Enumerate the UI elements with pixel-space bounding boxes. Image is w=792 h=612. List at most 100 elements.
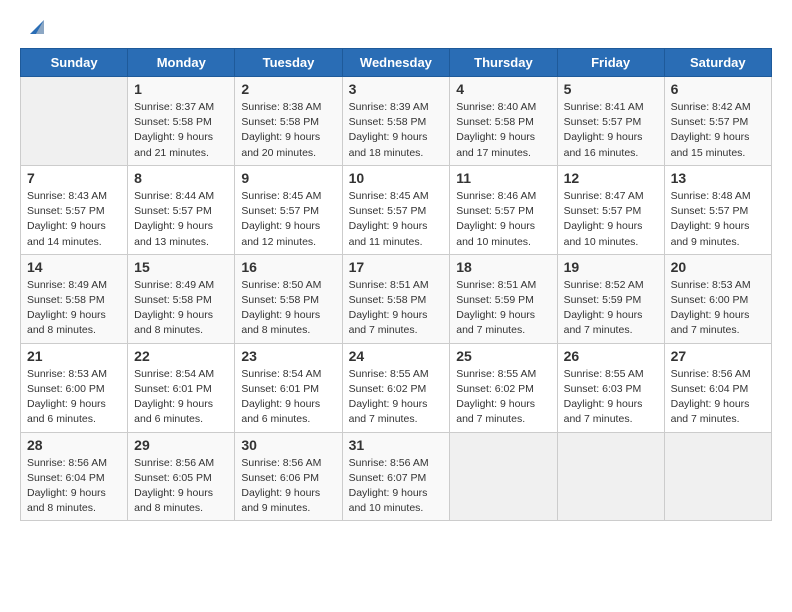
calendar-cell	[557, 432, 664, 521]
day-info: Sunrise: 8:48 AM Sunset: 5:57 PM Dayligh…	[671, 189, 765, 250]
calendar-week-row: 21 Sunrise: 8:53 AM Sunset: 6:00 PM Dayli…	[21, 343, 772, 432]
day-number: 28	[27, 437, 121, 453]
day-info: Sunrise: 8:54 AM Sunset: 6:01 PM Dayligh…	[241, 367, 335, 428]
day-number: 20	[671, 259, 765, 275]
header-friday: Friday	[557, 49, 664, 77]
day-number: 25	[456, 348, 550, 364]
day-info: Sunrise: 8:50 AM Sunset: 5:58 PM Dayligh…	[241, 278, 335, 339]
calendar-cell	[664, 432, 771, 521]
header-wednesday: Wednesday	[342, 49, 450, 77]
day-number: 30	[241, 437, 335, 453]
calendar-cell: 31 Sunrise: 8:56 AM Sunset: 6:07 PM Dayli…	[342, 432, 450, 521]
day-info: Sunrise: 8:45 AM Sunset: 5:57 PM Dayligh…	[349, 189, 444, 250]
calendar-cell: 11 Sunrise: 8:46 AM Sunset: 5:57 PM Dayli…	[450, 165, 557, 254]
day-number: 2	[241, 81, 335, 97]
day-info: Sunrise: 8:45 AM Sunset: 5:57 PM Dayligh…	[241, 189, 335, 250]
calendar-table: SundayMondayTuesdayWednesdayThursdayFrid…	[20, 48, 772, 521]
day-number: 18	[456, 259, 550, 275]
day-number: 9	[241, 170, 335, 186]
calendar-cell: 3 Sunrise: 8:39 AM Sunset: 5:58 PM Daylig…	[342, 77, 450, 166]
calendar-cell: 14 Sunrise: 8:49 AM Sunset: 5:58 PM Dayli…	[21, 254, 128, 343]
day-info: Sunrise: 8:56 AM Sunset: 6:06 PM Dayligh…	[241, 456, 335, 517]
day-number: 14	[27, 259, 121, 275]
day-info: Sunrise: 8:46 AM Sunset: 5:57 PM Dayligh…	[456, 189, 550, 250]
day-info: Sunrise: 8:43 AM Sunset: 5:57 PM Dayligh…	[27, 189, 121, 250]
calendar-cell: 7 Sunrise: 8:43 AM Sunset: 5:57 PM Daylig…	[21, 165, 128, 254]
day-number: 22	[134, 348, 228, 364]
day-info: Sunrise: 8:54 AM Sunset: 6:01 PM Dayligh…	[134, 367, 228, 428]
calendar-cell: 10Sunrise: 8:45 AM Sunset: 5:57 PM Dayli…	[342, 165, 450, 254]
day-number: 11	[456, 170, 550, 186]
calendar-cell: 1 Sunrise: 8:37 AM Sunset: 5:58 PM Daylig…	[128, 77, 235, 166]
calendar-cell: 13 Sunrise: 8:48 AM Sunset: 5:57 PM Dayli…	[664, 165, 771, 254]
calendar-cell: 29 Sunrise: 8:56 AM Sunset: 6:05 PM Dayli…	[128, 432, 235, 521]
day-number: 26	[564, 348, 658, 364]
calendar-header-row: SundayMondayTuesdayWednesdayThursdayFrid…	[21, 49, 772, 77]
calendar-cell: 22 Sunrise: 8:54 AM Sunset: 6:01 PM Dayli…	[128, 343, 235, 432]
logo-bird-icon	[22, 16, 44, 38]
calendar-cell: 6 Sunrise: 8:42 AM Sunset: 5:57 PM Daylig…	[664, 77, 771, 166]
day-info: Sunrise: 8:52 AM Sunset: 5:59 PM Dayligh…	[564, 278, 658, 339]
calendar-cell: 24 Sunrise: 8:55 AM Sunset: 6:02 PM Dayli…	[342, 343, 450, 432]
day-info: Sunrise: 8:53 AM Sunset: 6:00 PM Dayligh…	[27, 367, 121, 428]
calendar-cell: 27 Sunrise: 8:56 AM Sunset: 6:04 PM Dayli…	[664, 343, 771, 432]
calendar-cell: 23Sunrise: 8:54 AM Sunset: 6:01 PM Dayli…	[235, 343, 342, 432]
calendar-cell: 16 Sunrise: 8:50 AM Sunset: 5:58 PM Dayli…	[235, 254, 342, 343]
day-info: Sunrise: 8:49 AM Sunset: 5:58 PM Dayligh…	[134, 278, 228, 339]
day-info: Sunrise: 8:53 AM Sunset: 6:00 PM Dayligh…	[671, 278, 765, 339]
day-info: Sunrise: 8:39 AM Sunset: 5:58 PM Dayligh…	[349, 100, 444, 161]
day-info: Sunrise: 8:38 AM Sunset: 5:58 PM Dayligh…	[241, 100, 335, 161]
day-number: 3	[349, 81, 444, 97]
day-info: Sunrise: 8:47 AM Sunset: 5:57 PM Dayligh…	[564, 189, 658, 250]
day-number: 17	[349, 259, 444, 275]
day-info: Sunrise: 8:51 AM Sunset: 5:59 PM Dayligh…	[456, 278, 550, 339]
day-number: 19	[564, 259, 658, 275]
day-number: 1	[134, 81, 228, 97]
day-info: Sunrise: 8:44 AM Sunset: 5:57 PM Dayligh…	[134, 189, 228, 250]
day-number: 12	[564, 170, 658, 186]
calendar-week-row: 7 Sunrise: 8:43 AM Sunset: 5:57 PM Daylig…	[21, 165, 772, 254]
day-number: 5	[564, 81, 658, 97]
day-number: 21	[27, 348, 121, 364]
calendar-cell: 21 Sunrise: 8:53 AM Sunset: 6:00 PM Dayli…	[21, 343, 128, 432]
calendar-cell: 26 Sunrise: 8:55 AM Sunset: 6:03 PM Dayli…	[557, 343, 664, 432]
day-info: Sunrise: 8:42 AM Sunset: 5:57 PM Dayligh…	[671, 100, 765, 161]
calendar-cell: 28 Sunrise: 8:56 AM Sunset: 6:04 PM Dayli…	[21, 432, 128, 521]
day-info: Sunrise: 8:51 AM Sunset: 5:58 PM Dayligh…	[349, 278, 444, 339]
day-number: 4	[456, 81, 550, 97]
day-info: Sunrise: 8:56 AM Sunset: 6:04 PM Dayligh…	[671, 367, 765, 428]
calendar-cell: 20 Sunrise: 8:53 AM Sunset: 6:00 PM Dayli…	[664, 254, 771, 343]
calendar-cell: 4Sunrise: 8:40 AM Sunset: 5:58 PM Daylig…	[450, 77, 557, 166]
day-number: 16	[241, 259, 335, 275]
calendar-cell: 2 Sunrise: 8:38 AM Sunset: 5:58 PM Daylig…	[235, 77, 342, 166]
day-number: 7	[27, 170, 121, 186]
header-saturday: Saturday	[664, 49, 771, 77]
calendar-week-row: 28 Sunrise: 8:56 AM Sunset: 6:04 PM Dayli…	[21, 432, 772, 521]
calendar-week-row: 14 Sunrise: 8:49 AM Sunset: 5:58 PM Dayli…	[21, 254, 772, 343]
day-number: 13	[671, 170, 765, 186]
day-info: Sunrise: 8:56 AM Sunset: 6:05 PM Dayligh…	[134, 456, 228, 517]
day-info: Sunrise: 8:56 AM Sunset: 6:04 PM Dayligh…	[27, 456, 121, 517]
calendar-cell: 19 Sunrise: 8:52 AM Sunset: 5:59 PM Dayli…	[557, 254, 664, 343]
day-number: 29	[134, 437, 228, 453]
day-info: Sunrise: 8:55 AM Sunset: 6:02 PM Dayligh…	[456, 367, 550, 428]
header-thursday: Thursday	[450, 49, 557, 77]
calendar-cell: 15Sunrise: 8:49 AM Sunset: 5:58 PM Dayli…	[128, 254, 235, 343]
day-info: Sunrise: 8:37 AM Sunset: 5:58 PM Dayligh…	[134, 100, 228, 161]
calendar-cell	[21, 77, 128, 166]
day-info: Sunrise: 8:55 AM Sunset: 6:02 PM Dayligh…	[349, 367, 444, 428]
calendar-cell: 8 Sunrise: 8:44 AM Sunset: 5:57 PM Daylig…	[128, 165, 235, 254]
day-number: 8	[134, 170, 228, 186]
header-monday: Monday	[128, 49, 235, 77]
day-number: 27	[671, 348, 765, 364]
day-info: Sunrise: 8:41 AM Sunset: 5:57 PM Dayligh…	[564, 100, 658, 161]
day-info: Sunrise: 8:55 AM Sunset: 6:03 PM Dayligh…	[564, 367, 658, 428]
day-number: 31	[349, 437, 444, 453]
header-tuesday: Tuesday	[235, 49, 342, 77]
day-number: 6	[671, 81, 765, 97]
day-number: 24	[349, 348, 444, 364]
day-info: Sunrise: 8:49 AM Sunset: 5:58 PM Dayligh…	[27, 278, 121, 339]
calendar-week-row: 1 Sunrise: 8:37 AM Sunset: 5:58 PM Daylig…	[21, 77, 772, 166]
calendar-cell	[450, 432, 557, 521]
day-info: Sunrise: 8:56 AM Sunset: 6:07 PM Dayligh…	[349, 456, 444, 517]
